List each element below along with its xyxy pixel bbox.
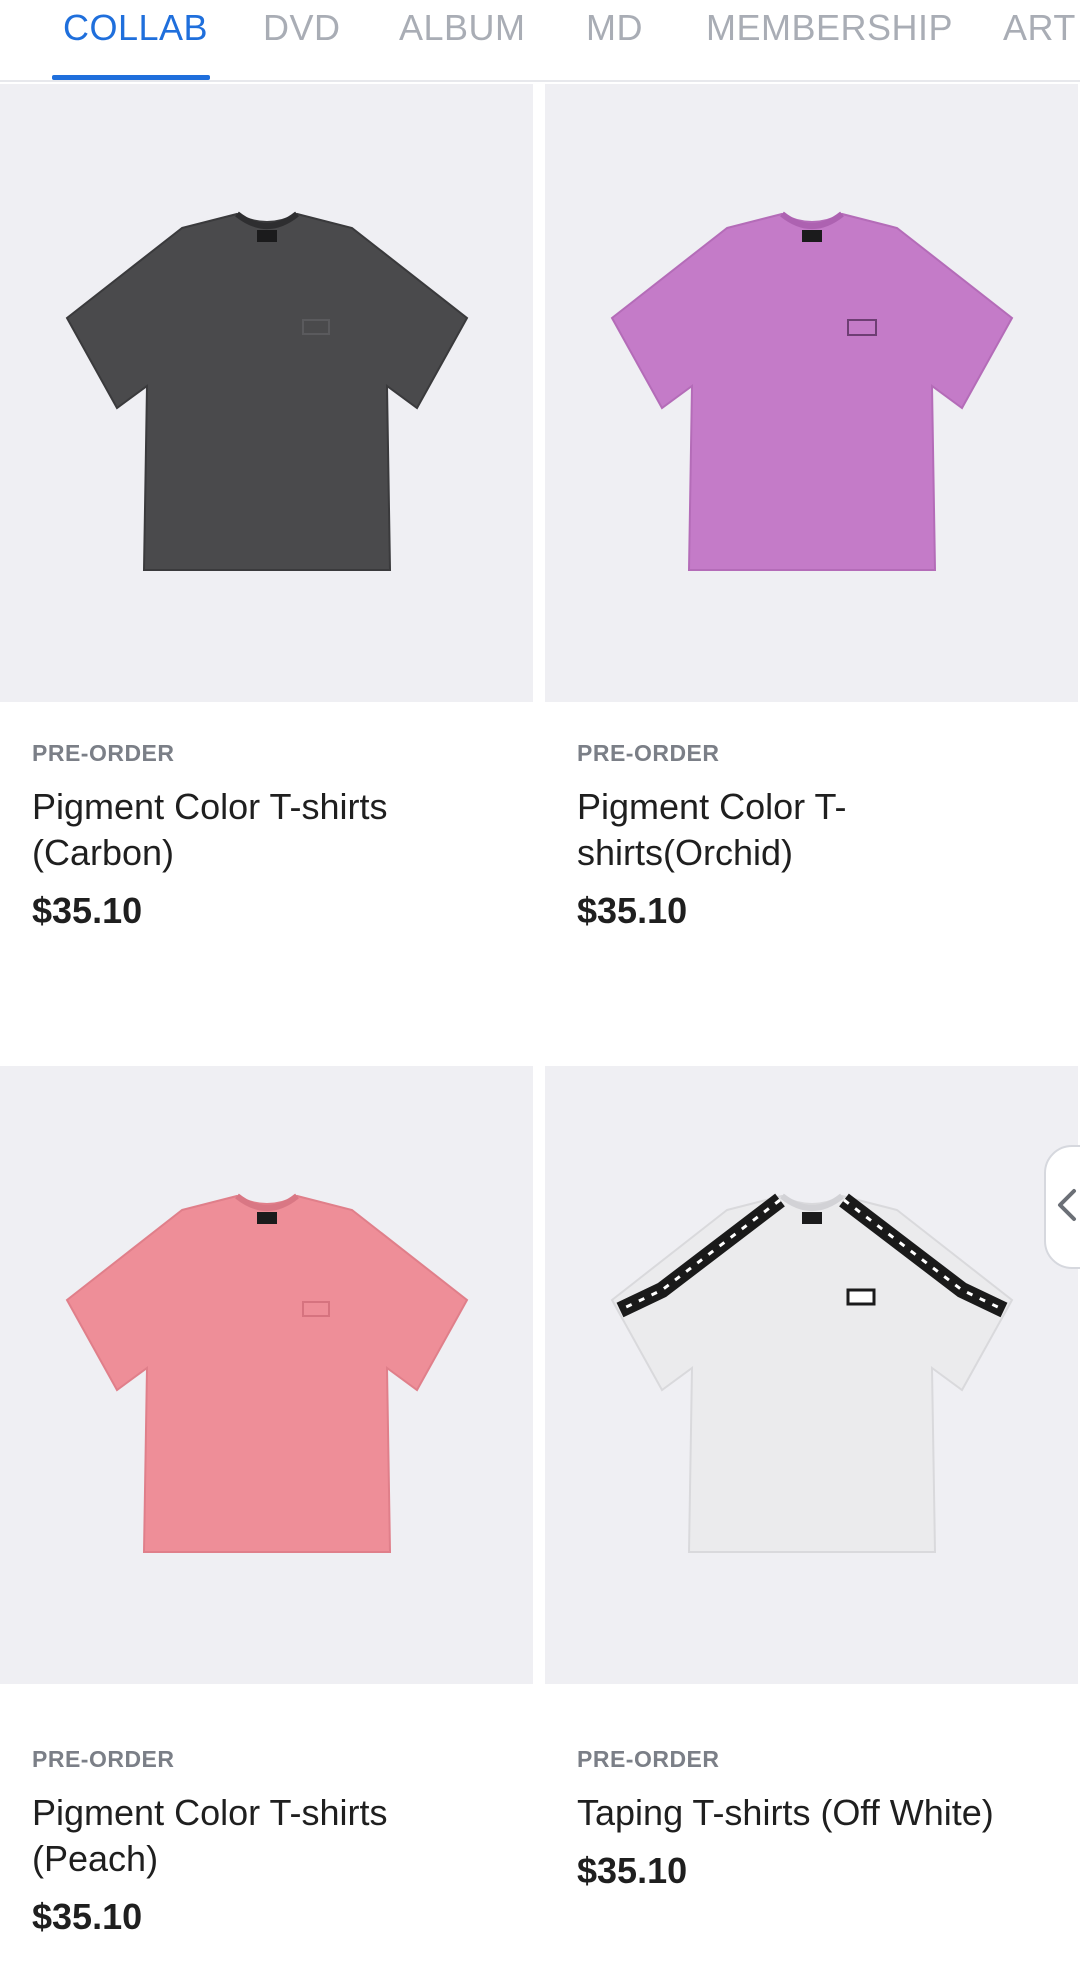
product-title[interactable]: Pigment Color T-shirts(Orchid) [577,784,877,876]
product-price: $35.10 [32,890,143,931]
preorder-badge: PRE-ORDER [577,1746,720,1772]
product-card[interactable]: PRE-ORDER Taping T-shirts (Off White) $3… [545,1066,1078,1962]
product-title[interactable]: Taping T-shirts (Off White) [577,1790,1047,1836]
product-card[interactable]: PRE-ORDER Pigment Color T-shirts (Carbon… [0,84,533,1004]
preorder-badge: PRE-ORDER [32,740,175,766]
tshirt-image [610,211,1013,571]
preorder-badge: PRE-ORDER [577,740,720,766]
tab-membership[interactable]: MEMBERSHIP [706,0,953,80]
tab-art[interactable]: ART [1003,0,1076,80]
tab-album[interactable]: ALBUM [399,0,526,80]
side-panel-handle[interactable] [1044,1145,1080,1269]
product-image[interactable] [0,84,533,702]
product-image[interactable] [545,84,1078,702]
tab-dvd[interactable]: DVD [263,0,341,80]
chevron-left-icon [1054,1187,1078,1228]
product-title[interactable]: Pigment Color T-shirts (Carbon) [32,784,502,876]
product-price: $35.10 [577,890,688,931]
product-card[interactable]: PRE-ORDER Pigment Color T-shirts(Orchid)… [545,84,1078,1004]
preorder-badge: PRE-ORDER [32,1746,175,1772]
category-tabs: COLLAB DVD ALBUM MD MEMBERSHIP ART [0,0,1080,82]
tab-collab[interactable]: COLLAB [63,0,208,80]
product-card[interactable]: PRE-ORDER Pigment Color T-shirts (Peach)… [0,1066,533,1962]
product-price: $35.10 [32,1896,143,1937]
product-price: $35.10 [577,1850,688,1891]
tshirt-image [610,1193,1013,1553]
tshirt-image [65,1193,468,1553]
active-tab-indicator [52,75,210,80]
product-title[interactable]: Pigment Color T-shirts (Peach) [32,1790,502,1882]
product-image[interactable] [545,1066,1078,1684]
tshirt-image [65,211,468,571]
tab-md[interactable]: MD [586,0,643,80]
product-image[interactable] [0,1066,533,1684]
